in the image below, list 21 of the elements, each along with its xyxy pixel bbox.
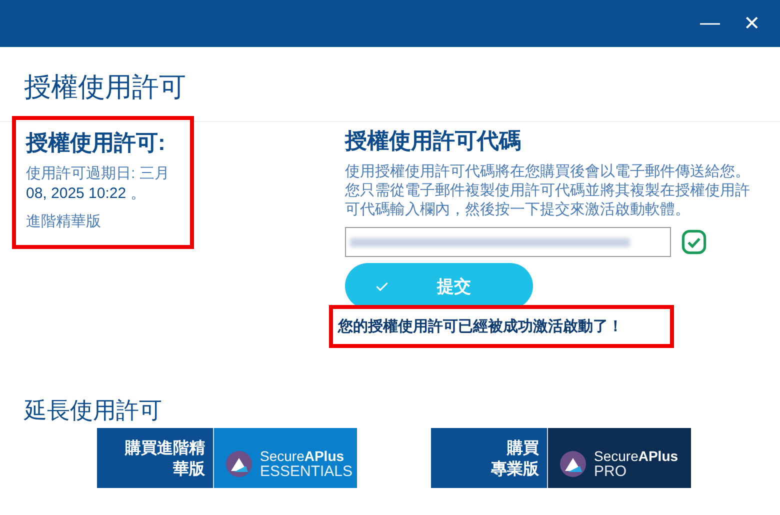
license-heading: 授權使用許可: xyxy=(26,129,166,157)
page-title: 授權使用許可 xyxy=(0,47,780,122)
success-message: 您的授權使用許可已經被成功激活啟動了！ xyxy=(338,318,623,335)
edition-name: PRO xyxy=(594,464,628,480)
license-code-field[interactable] xyxy=(345,227,671,257)
brand-name: SecureAPlus xyxy=(594,448,678,464)
minimize-button[interactable]: — xyxy=(692,6,728,42)
code-heading: 授權使用許可代碼 xyxy=(345,127,522,155)
brand-name: SecureAPlus xyxy=(260,448,346,464)
buy-button[interactable]: 購買 專業版 xyxy=(431,428,548,488)
buy-button[interactable]: 購買進階精 華版 xyxy=(97,428,214,488)
extend-heading: 延長使用許可 xyxy=(22,396,163,425)
expiry-text: 使用許可過期日: 三月 08, 2025 10:22 。 xyxy=(26,164,170,204)
edition-name: ESSENTIALS xyxy=(260,464,353,480)
product-logo[interactable]: SecureAPlus PRO xyxy=(548,428,691,488)
instruction-text: 使用授權使用許可代碼將在您購買後會以電子郵件傳送給您。 xyxy=(345,162,751,181)
close-button[interactable]: ✕ xyxy=(734,6,770,42)
instruction-text: 您只需從電子郵件複製使用許可代碼並將其複製在授權使用許可代碼輸入欄內，然後按一下提交來激活啟動軟體。 xyxy=(345,181,751,219)
edition-text: 進階精華版 xyxy=(26,212,102,232)
product-logo[interactable]: SecureAPlus ESSENTIALS xyxy=(214,428,357,488)
check-icon xyxy=(375,280,389,292)
